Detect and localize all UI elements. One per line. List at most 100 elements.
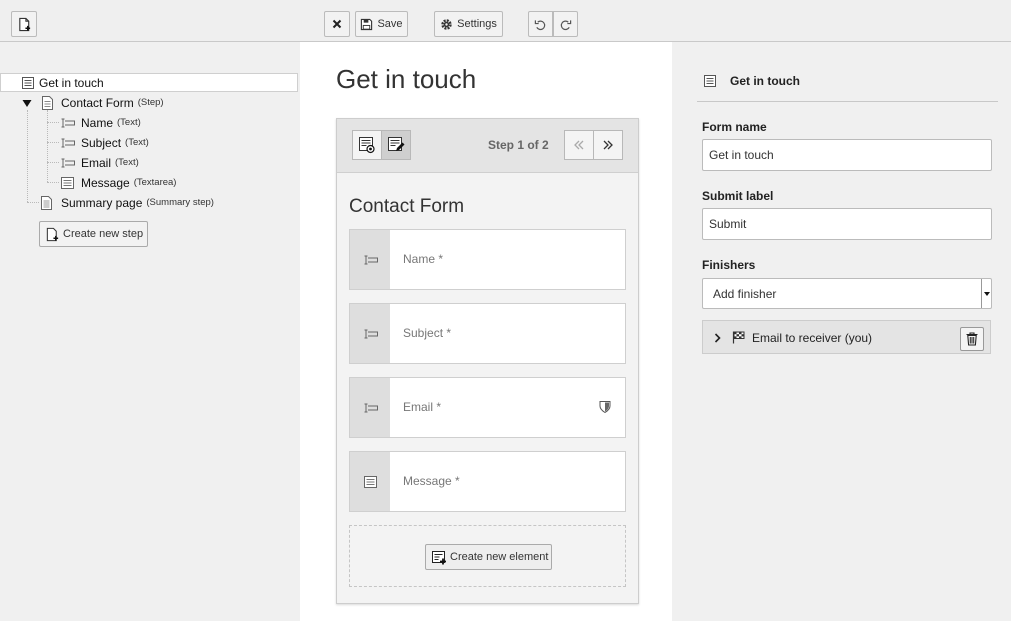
new-form-button[interactable]: [11, 11, 37, 37]
step-heading: Contact Form: [349, 196, 465, 217]
inspector-panel: Get in touch Form name Submit label Fini…: [672, 42, 1011, 621]
preview-icon: [359, 137, 375, 154]
field-label: Message *: [403, 474, 460, 488]
next-step-button[interactable]: [593, 130, 623, 160]
tree-item-label: Contact Form: [61, 95, 134, 110]
add-finisher-select[interactable]: Add finisher: [702, 278, 992, 309]
edit-form-icon: [388, 137, 405, 151]
tree-connector: [47, 182, 59, 183]
form-name-label: Form name: [702, 120, 767, 134]
tree-item-label: Message: [81, 175, 130, 190]
settings-label: Settings: [457, 18, 497, 30]
shield-icon: [599, 400, 611, 416]
delete-finisher-button[interactable]: [960, 327, 984, 351]
save-icon: [361, 18, 373, 30]
summary-page-icon: [41, 195, 52, 210]
tree-connector: [27, 202, 39, 203]
tree-item-label: Subject: [81, 135, 122, 150]
finisher-item[interactable]: Email to receiver (you): [702, 320, 991, 354]
tree-item-type: (Text): [117, 117, 141, 128]
tree-item-field-message[interactable]: Message (Textarea): [60, 173, 176, 192]
tree-connector: [47, 142, 59, 143]
create-new-step-button[interactable]: Create new step: [39, 221, 148, 247]
form-icon: [22, 76, 34, 89]
text-field-icon: [364, 255, 378, 264]
text-field-icon: [61, 138, 75, 147]
form-stage: Get in touch Step 1 of 2 Contact Form Na…: [300, 42, 672, 621]
step-indicator: Step 1 of 2: [488, 138, 549, 152]
new-element-drop-zone: Create new element: [349, 525, 626, 587]
field-label: Email *: [403, 400, 442, 414]
text-field-icon: [61, 158, 75, 167]
redo-icon: [560, 19, 572, 30]
tree-item-label: Email: [81, 155, 112, 170]
create-new-step-label: Create new step: [63, 228, 144, 240]
stage-header: Step 1 of 2: [337, 119, 638, 173]
field-label: Subject *: [403, 326, 452, 340]
text-field-icon: [61, 118, 75, 127]
tree-item-type: (Text): [125, 137, 149, 148]
field-icon-box: [350, 304, 390, 363]
submit-label-input[interactable]: [702, 208, 992, 240]
submit-label-label: Submit label: [702, 189, 774, 203]
create-new-element-label: Create new element: [450, 551, 549, 563]
double-chevron-right-icon: [603, 140, 613, 150]
form-element-name[interactable]: Name *: [349, 229, 626, 290]
form-name-input[interactable]: [702, 139, 992, 171]
tree-item-type: (Textarea): [133, 177, 177, 188]
textarea-icon: [363, 475, 377, 488]
gear-icon: [441, 18, 452, 30]
add-element-icon: [432, 550, 446, 564]
select-value: Add finisher: [713, 287, 777, 301]
save-button[interactable]: Save: [355, 11, 408, 37]
abstract-mode-button[interactable]: [381, 130, 411, 160]
tree-connector: [47, 110, 48, 182]
close-icon: [332, 19, 342, 29]
tree-item-type: (Step): [137, 97, 164, 108]
close-button[interactable]: [324, 11, 350, 37]
form-element-subject[interactable]: Subject *: [349, 303, 626, 364]
tree-item-field-name[interactable]: Name (Text): [60, 113, 141, 132]
create-new-element-button[interactable]: Create new element: [425, 544, 552, 570]
form-element-email[interactable]: Email *: [349, 377, 626, 438]
tree-item-form-root[interactable]: Get in touch: [0, 73, 298, 92]
text-field-icon: [364, 403, 378, 412]
dropdown-arrow-icon: [981, 279, 991, 308]
undo-button[interactable]: [528, 11, 553, 37]
page-icon: [42, 95, 53, 110]
collapse-triangle-icon[interactable]: [22, 98, 32, 108]
form-preview-card: Step 1 of 2 Contact Form Name * Subject …: [336, 118, 639, 604]
field-icon-box: [350, 452, 390, 511]
save-label: Save: [377, 18, 403, 30]
form-element-message[interactable]: Message *: [349, 451, 626, 512]
form-tree-panel: Get in touch Contact Form (Step) Name (T…: [0, 42, 300, 621]
add-page-icon: [46, 227, 59, 241]
tree-item-type: (Summary step): [146, 197, 214, 208]
tree-item-step[interactable]: Contact Form (Step): [22, 93, 164, 112]
tree-item-field-email[interactable]: Email (Text): [60, 153, 139, 172]
redo-button[interactable]: [553, 11, 578, 37]
tree-item-summary-step[interactable]: Summary page (Summary step): [40, 193, 214, 212]
form-icon: [704, 75, 716, 87]
finisher-label: Email to receiver (you): [752, 331, 873, 345]
textarea-icon: [61, 176, 74, 189]
finishers-label: Finishers: [702, 258, 756, 272]
preview-mode-button[interactable]: [352, 130, 382, 160]
inspector-header: Get in touch: [697, 70, 998, 102]
double-chevron-left-icon: [574, 140, 584, 150]
flag-icon: [732, 331, 745, 344]
toolbar: Save Settings: [0, 0, 1011, 42]
previous-step-button[interactable]: [564, 130, 594, 160]
undo-icon: [534, 19, 546, 30]
field-icon-box: [350, 230, 390, 289]
tree-item-label: Get in touch: [39, 75, 104, 90]
settings-button[interactable]: Settings: [434, 11, 503, 37]
tree-item-field-subject[interactable]: Subject (Text): [60, 133, 149, 152]
new-document-icon: [18, 17, 30, 31]
tree-connector: [47, 122, 59, 123]
field-label: Name *: [403, 252, 444, 266]
trash-icon: [966, 332, 978, 346]
chevron-right-icon[interactable]: [714, 333, 721, 343]
inspector-title: Get in touch: [730, 74, 800, 88]
tree-item-label: Name: [81, 115, 114, 130]
